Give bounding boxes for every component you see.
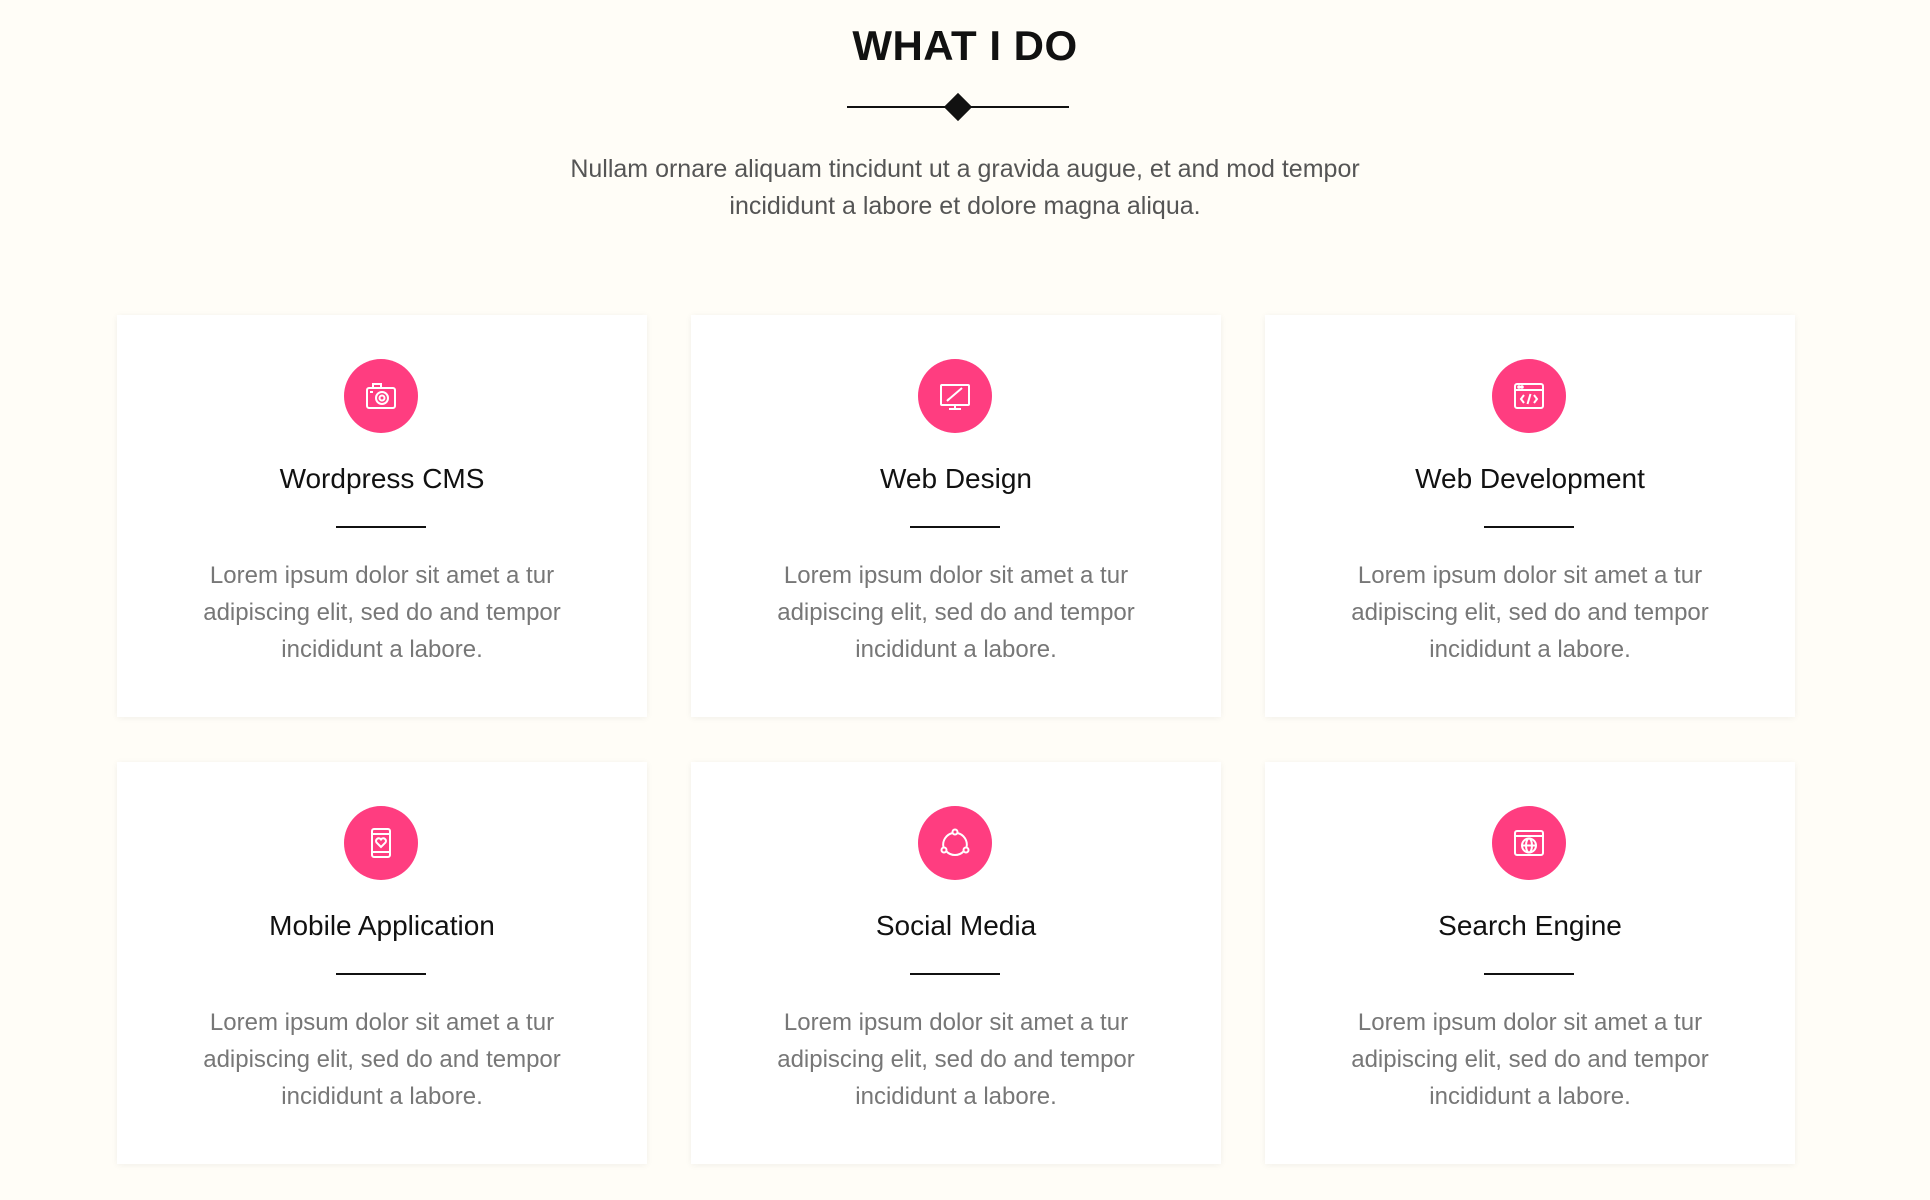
- service-title: Wordpress CMS: [279, 463, 485, 494]
- service-card-mobile-application: Mobile Application Lorem ipsum dolor sit…: [117, 762, 647, 1164]
- service-card-wordpress-cms: Wordpress CMS Lorem ipsum dolor sit amet…: [117, 315, 647, 717]
- section-title: WHAT I DO: [852, 22, 1078, 69]
- code-window-icon: [1492, 359, 1566, 433]
- service-divider: [336, 973, 426, 975]
- service-divider: [1484, 526, 1574, 528]
- service-card-web-development: Web Development Lorem ipsum dolor sit am…: [1265, 315, 1795, 717]
- service-divider: [910, 973, 1000, 975]
- service-card-search-engine: Search Engine Lorem ipsum dolor sit amet…: [1265, 762, 1795, 1164]
- service-title: Mobile Application: [269, 910, 495, 941]
- service-description: Lorem ipsum dolor sit amet a tur adipisc…: [1351, 562, 1709, 663]
- camera-icon: [344, 359, 418, 433]
- monitor-pen-icon: [918, 359, 992, 433]
- diamond-ornament-icon: [943, 92, 973, 122]
- service-title: Social Media: [875, 910, 1037, 941]
- services-grid: Wordpress CMS Lorem ipsum dolor sit amet…: [117, 315, 1795, 1164]
- service-card-social-media: Social Media Lorem ipsum dolor sit amet …: [691, 762, 1221, 1164]
- service-card-web-design: Web Design Lorem ipsum dolor sit amet a …: [691, 315, 1221, 717]
- service-description: Lorem ipsum dolor sit amet a tur adipisc…: [203, 1009, 561, 1110]
- service-divider: [910, 526, 1000, 528]
- share-network-icon: [918, 806, 992, 880]
- globe-window-icon: [1492, 806, 1566, 880]
- service-divider: [1484, 973, 1574, 975]
- section-intro: Nullam ornare aliquam tincidunt ut a gra…: [570, 155, 1360, 220]
- service-description: Lorem ipsum dolor sit amet a tur adipisc…: [1351, 1009, 1709, 1110]
- service-divider: [336, 526, 426, 528]
- what-i-do-section: WHAT I DO Nullam ornare aliquam tincidun…: [0, 0, 1930, 1200]
- service-title: Web Development: [1415, 463, 1645, 494]
- mobile-heart-icon: [344, 806, 418, 880]
- service-title: Search Engine: [1438, 910, 1622, 941]
- service-description: Lorem ipsum dolor sit amet a tur adipisc…: [777, 562, 1135, 663]
- service-description: Lorem ipsum dolor sit amet a tur adipisc…: [777, 1009, 1135, 1110]
- service-description: Lorem ipsum dolor sit amet a tur adipisc…: [203, 562, 561, 663]
- service-title: Web Design: [879, 463, 1032, 494]
